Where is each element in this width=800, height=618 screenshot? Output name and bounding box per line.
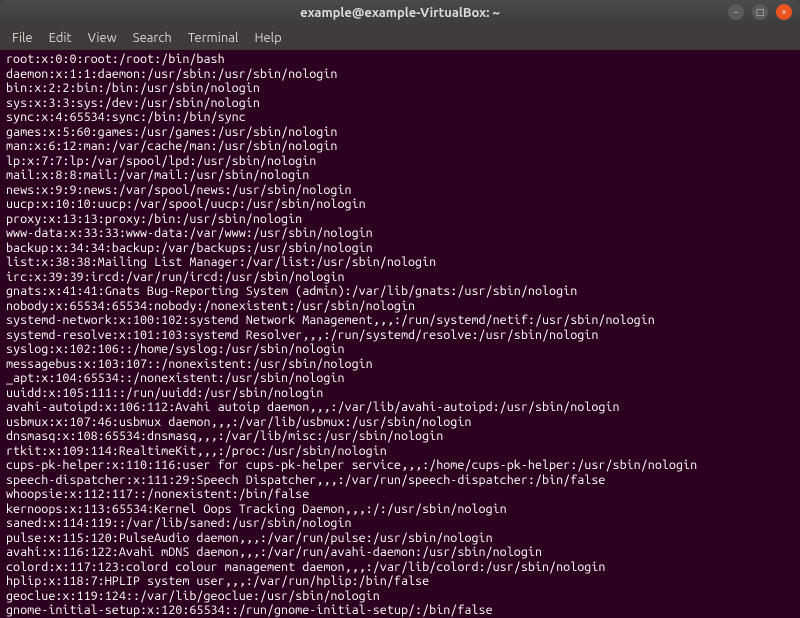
terminal-line: games:x:5:60:games:/usr/games:/usr/sbin/… [6, 125, 794, 140]
terminal-line: messagebus:x:103:107::/nonexistent:/usr/… [6, 357, 794, 372]
terminal-line: syslog:x:102:106::/home/syslog:/usr/sbin… [6, 342, 794, 357]
maximize-button[interactable]: □ [752, 4, 768, 20]
terminal-line: news:x:9:9:news:/var/spool/news:/usr/sbi… [6, 183, 794, 198]
terminal-line: hplip:x:118:7:HPLIP system user,,,:/var/… [6, 574, 794, 589]
terminal-line: gnats:x:41:41:Gnats Bug-Reporting System… [6, 284, 794, 299]
terminal-line: list:x:38:38:Mailing List Manager:/var/l… [6, 255, 794, 270]
terminal-line: geoclue:x:119:124::/var/lib/geoclue:/usr… [6, 589, 794, 604]
menu-bar: File Edit View Search Terminal Help [0, 26, 800, 50]
terminal-line: irc:x:39:39:ircd:/var/run/ircd:/usr/sbin… [6, 270, 794, 285]
terminal-line: mail:x:8:8:mail:/var/mail:/usr/sbin/nolo… [6, 168, 794, 183]
menu-terminal[interactable]: Terminal [182, 29, 245, 47]
terminal-line: usbmux:x:107:46:usbmux daemon,,,:/var/li… [6, 415, 794, 430]
window-titlebar: example@example-VirtualBox: ~ − □ × [0, 0, 800, 26]
terminal-line: kernoops:x:113:65534:Kernel Oops Trackin… [6, 502, 794, 517]
minimize-button[interactable]: − [728, 4, 744, 20]
terminal-line: uucp:x:10:10:uucp:/var/spool/uucp:/usr/s… [6, 197, 794, 212]
terminal-line: _apt:x:104:65534::/nonexistent:/usr/sbin… [6, 371, 794, 386]
terminal-line: whoopsie:x:112:117::/nonexistent:/bin/fa… [6, 487, 794, 502]
menu-help[interactable]: Help [248, 29, 287, 47]
terminal-line: sync:x:4:65534:sync:/bin:/bin/sync [6, 110, 794, 125]
menu-search[interactable]: Search [127, 29, 178, 47]
terminal-line: sys:x:3:3:sys:/dev:/usr/sbin/nologin [6, 96, 794, 111]
terminal-line: avahi-autoipd:x:106:112:Avahi autoip dae… [6, 400, 794, 415]
menu-view[interactable]: View [82, 29, 123, 47]
terminal-line: dnsmasq:x:108:65534:dnsmasq,,,:/var/lib/… [6, 429, 794, 444]
menu-edit[interactable]: Edit [43, 29, 78, 47]
terminal-line: uuidd:x:105:111::/run/uuidd:/usr/sbin/no… [6, 386, 794, 401]
terminal-line: backup:x:34:34:backup:/var/backups:/usr/… [6, 241, 794, 256]
terminal-line: cups-pk-helper:x:110:116:user for cups-p… [6, 458, 794, 473]
terminal-line: colord:x:117:123:colord colour managemen… [6, 560, 794, 575]
terminal-line: man:x:6:12:man:/var/cache/man:/usr/sbin/… [6, 139, 794, 154]
terminal-area[interactable]: root:x:0:0:root:/root:/bin/bashdaemon:x:… [0, 50, 800, 618]
terminal-line: rtkit:x:109:114:RealtimeKit,,,:/proc:/us… [6, 444, 794, 459]
terminal-line: speech-dispatcher:x:111:29:Speech Dispat… [6, 473, 794, 488]
terminal-line: proxy:x:13:13:proxy:/bin:/usr/sbin/nolog… [6, 212, 794, 227]
terminal-line: www-data:x:33:33:www-data:/var/www:/usr/… [6, 226, 794, 241]
terminal-line: bin:x:2:2:bin:/bin:/usr/sbin/nologin [6, 81, 794, 96]
terminal-line: saned:x:114:119::/var/lib/saned:/usr/sbi… [6, 516, 794, 531]
terminal-line: gnome-initial-setup:x:120:65534::/run/gn… [6, 603, 794, 618]
terminal-line: avahi:x:116:122:Avahi mDNS daemon,,,:/va… [6, 545, 794, 560]
terminal-line: systemd-network:x:100:102:systemd Networ… [6, 313, 794, 328]
menu-file[interactable]: File [6, 29, 39, 47]
terminal-line: root:x:0:0:root:/root:/bin/bash [6, 52, 794, 67]
window-title: example@example-VirtualBox: ~ [300, 6, 500, 20]
terminal-line: systemd-resolve:x:101:103:systemd Resolv… [6, 328, 794, 343]
close-button[interactable]: × [776, 4, 792, 20]
terminal-line: pulse:x:115:120:PulseAudio daemon,,,:/va… [6, 531, 794, 546]
terminal-line: lp:x:7:7:lp:/var/spool/lpd:/usr/sbin/nol… [6, 154, 794, 169]
terminal-line: nobody:x:65534:65534:nobody:/nonexistent… [6, 299, 794, 314]
window-controls: − □ × [728, 4, 792, 20]
terminal-line: daemon:x:1:1:daemon:/usr/sbin:/usr/sbin/… [6, 67, 794, 82]
